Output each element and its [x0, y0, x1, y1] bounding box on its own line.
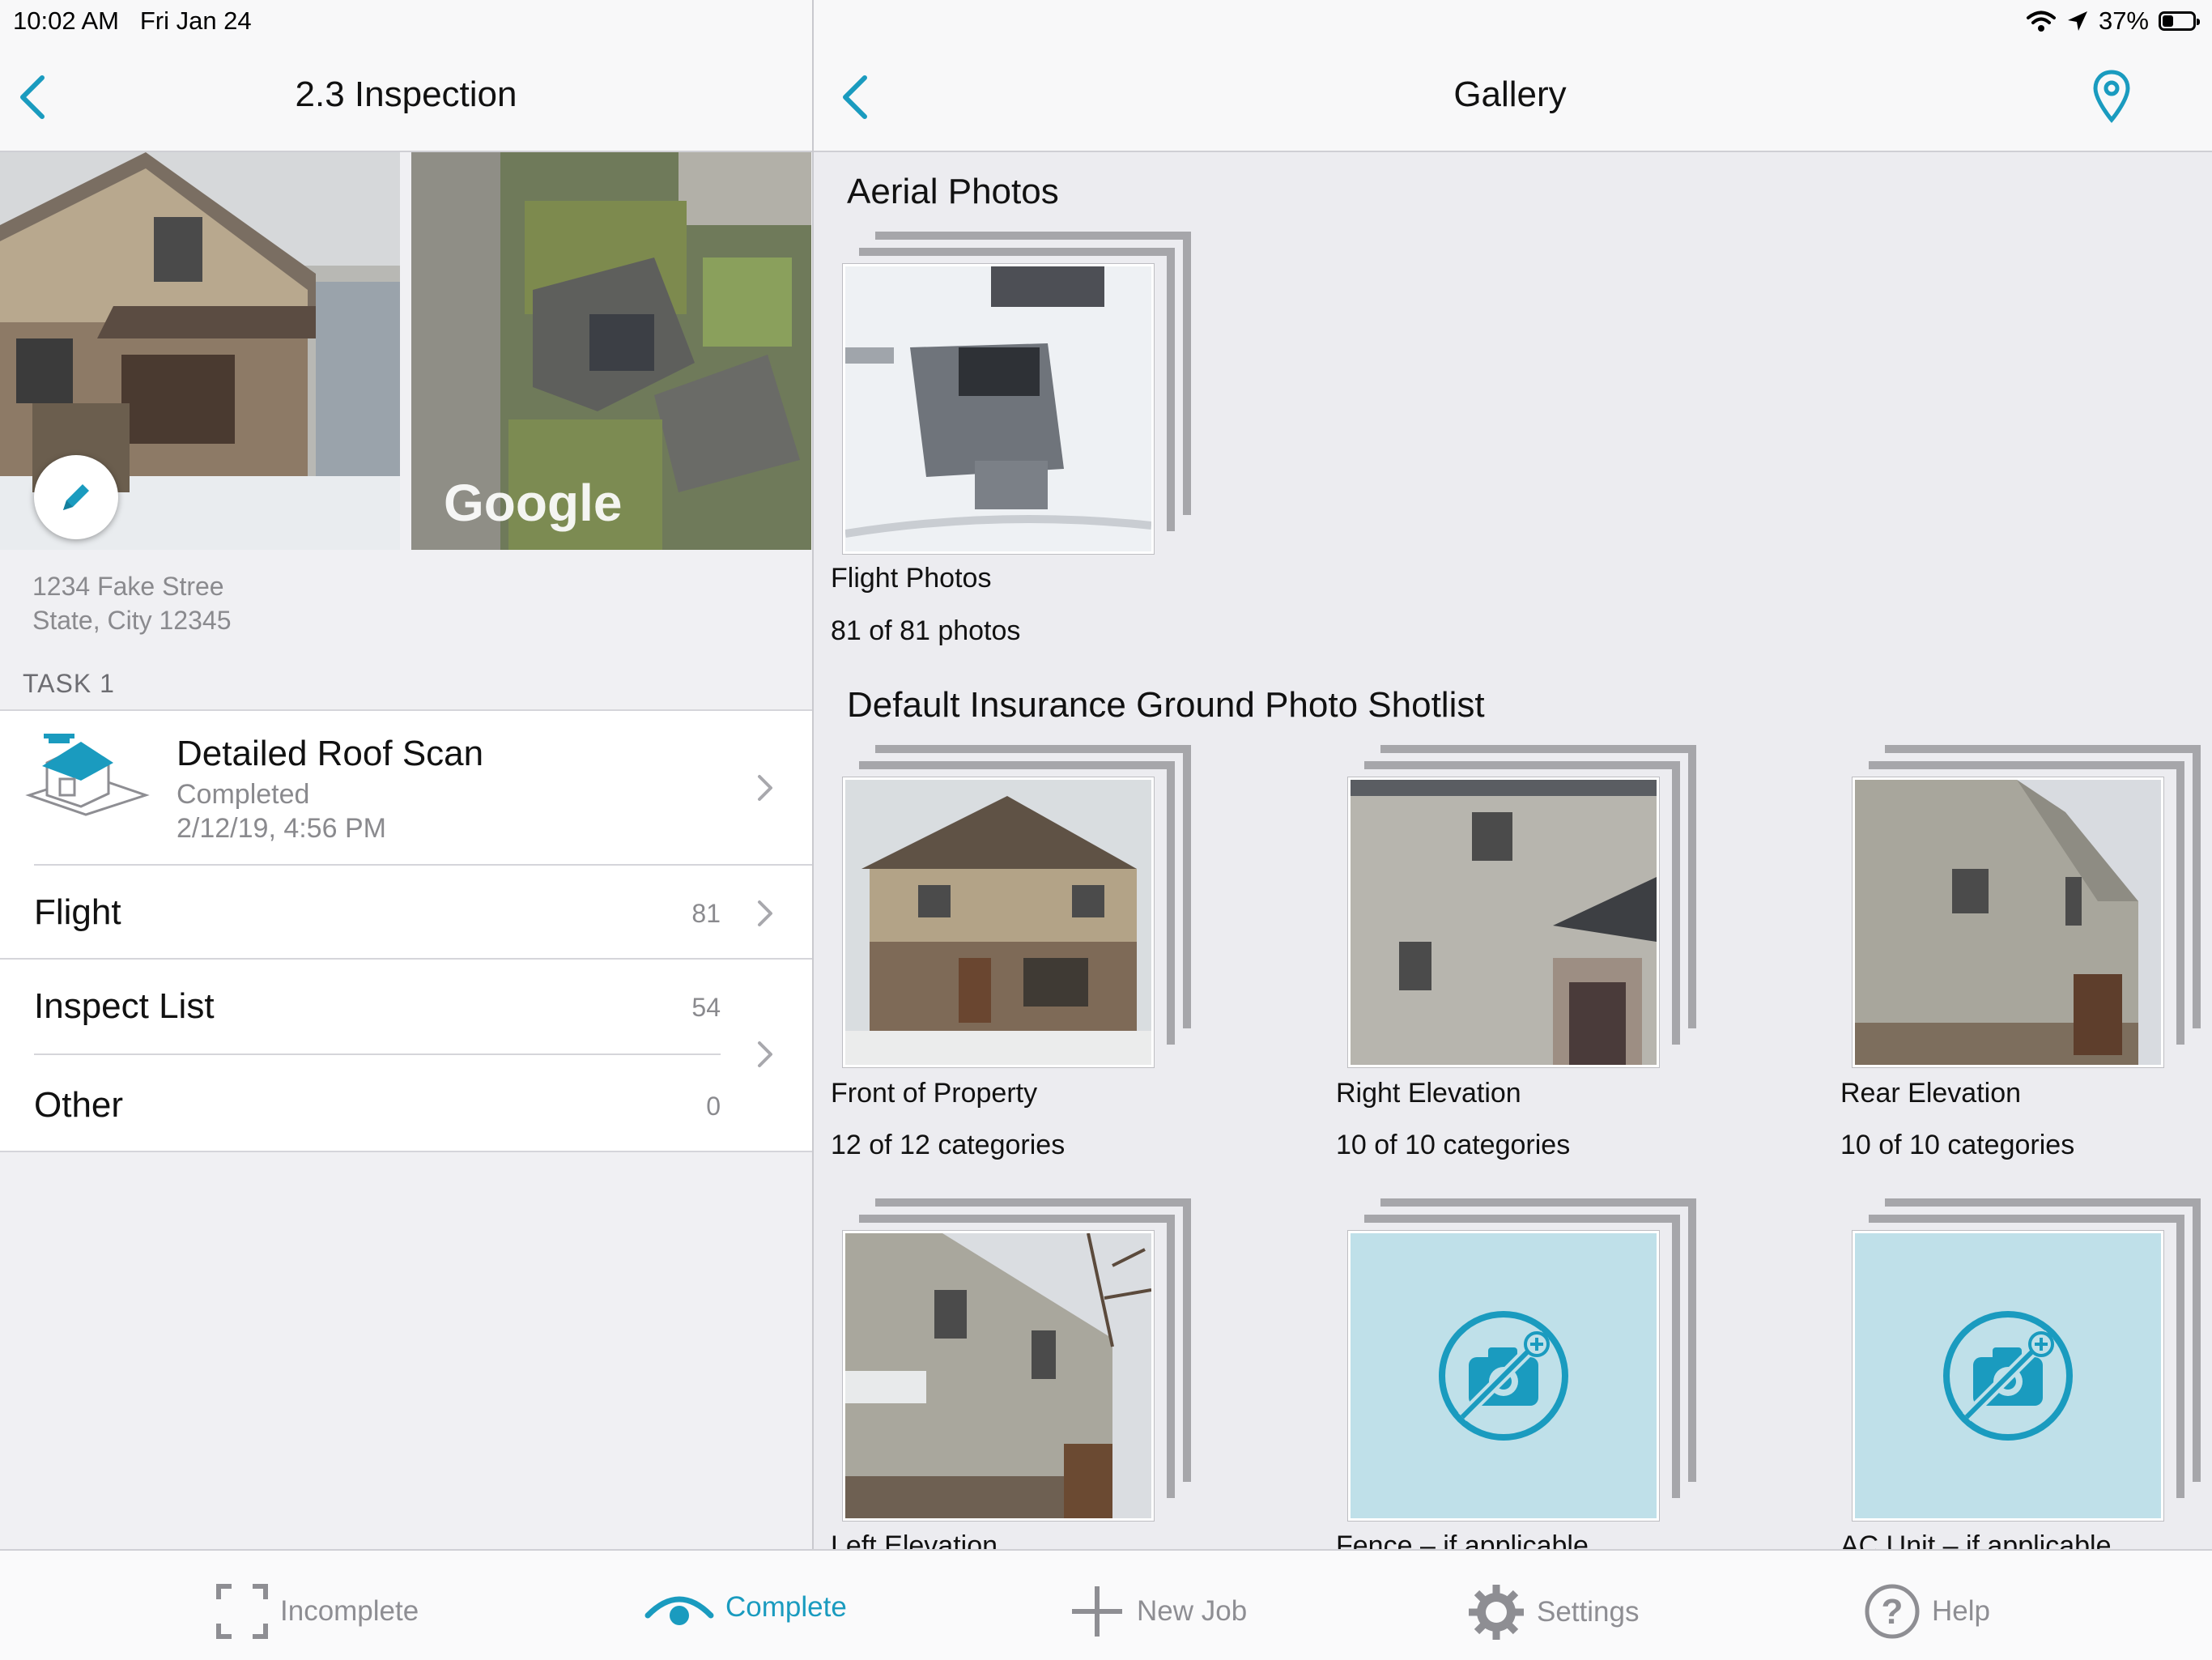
back-chevron-icon[interactable] [15, 73, 50, 121]
inspect-list-count: 54 [691, 993, 721, 1022]
status-indicators: 37% [2026, 6, 2200, 36]
left-elevation-name: Left Elevation [831, 1530, 998, 1549]
back-chevron-icon[interactable] [837, 73, 873, 121]
battery-level [2163, 15, 2173, 27]
ac-unit-placeholder [1853, 1231, 2163, 1521]
left-elevation-tile[interactable] [843, 1198, 1191, 1530]
roof-scan-icon[interactable] [24, 730, 154, 819]
svg-text:?: ? [1882, 1592, 1904, 1632]
flight-count: 81 [691, 899, 721, 928]
row-divider [34, 864, 812, 866]
task-timestamp: 2/12/19, 4:56 PM [177, 813, 386, 844]
gallery-title: Gallery [1453, 74, 1567, 114]
viewfinder-icon [216, 1584, 268, 1639]
ground-section-title: Default Insurance Ground Photo Shotlist [847, 685, 1485, 725]
flight-photos-tile[interactable] [843, 232, 1191, 564]
front-of-property-photo [843, 777, 1154, 1067]
chevron-right-icon[interactable] [756, 1040, 774, 1069]
gear-icon [1469, 1585, 1524, 1640]
plus-icon [1072, 1586, 1122, 1637]
right-elevation-count: 10 of 10 categories [1336, 1130, 1571, 1160]
no-photo-camera-icon [1943, 1311, 2073, 1441]
tab-help[interactable]: ? Help [1864, 1583, 1990, 1640]
other-count: 0 [706, 1092, 721, 1121]
rear-elevation-count: 10 of 10 categories [1840, 1130, 2075, 1160]
front-of-property-count: 12 of 12 categories [831, 1130, 1066, 1160]
other-row-label[interactable]: Other [34, 1085, 123, 1126]
rear-elevation-photo [1853, 777, 2163, 1067]
edit-button[interactable] [34, 455, 118, 539]
map-pin-icon[interactable] [2092, 70, 2131, 123]
task-section-label: TASK 1 [23, 669, 115, 698]
task-title[interactable]: Detailed Roof Scan [177, 734, 483, 774]
left-elevation-photo [843, 1231, 1154, 1521]
fence-placeholder [1348, 1231, 1659, 1521]
right-elevation-photo [1348, 777, 1659, 1067]
ac-unit-tile[interactable] [1853, 1198, 2201, 1530]
task-status: Completed [177, 779, 310, 810]
right-elevation-tile[interactable] [1348, 745, 1696, 1077]
row-divider [34, 1053, 721, 1055]
address-line-1: 1234 Fake Stree [32, 572, 224, 601]
eye-icon [644, 1596, 714, 1625]
front-of-property-tile[interactable] [843, 745, 1191, 1077]
satellite-photo[interactable]: Google [411, 152, 811, 550]
pencil-icon [63, 484, 89, 510]
location-arrow-icon [2067, 11, 2087, 31]
no-photo-camera-icon [1439, 1311, 1568, 1441]
fence-name: Fence – if applicable [1336, 1530, 1589, 1549]
map-watermark: Google [444, 474, 622, 532]
aerial-photo [843, 264, 1154, 554]
chevron-right-icon[interactable] [756, 899, 774, 928]
tab-complete[interactable]: Complete [644, 1583, 847, 1632]
wifi-icon [2026, 11, 2056, 32]
battery-percent: 37% [2098, 6, 2149, 35]
help-icon: ? [1865, 1584, 1920, 1639]
address-line-2: State, City 12345 [32, 606, 232, 635]
ac-unit-name: AC Unit – if applicable [1840, 1530, 2112, 1549]
aerial-section-title: Aerial Photos [847, 172, 1059, 211]
status-time: 10:02 AM Fri Jan 24 [13, 6, 252, 35]
battery-icon [2159, 11, 2200, 31]
flight-row-label[interactable]: Flight [34, 892, 121, 933]
tab-incomplete[interactable]: Incomplete [215, 1583, 419, 1640]
front-of-property-name: Front of Property [831, 1078, 1038, 1109]
right-elevation-name: Right Elevation [1336, 1078, 1521, 1109]
rear-elevation-tile[interactable] [1853, 745, 2201, 1077]
inspect-list-row-label[interactable]: Inspect List [34, 986, 215, 1027]
fence-tile[interactable] [1348, 1198, 1696, 1530]
row-divider [0, 958, 812, 960]
flight-photos-name: Flight Photos [831, 563, 992, 594]
tab-settings[interactable]: Settings [1467, 1583, 1639, 1641]
chevron-right-icon[interactable] [756, 773, 774, 802]
tab-new-job[interactable]: New Job [1069, 1583, 1247, 1640]
rear-elevation-name: Rear Elevation [1840, 1078, 2022, 1109]
inspection-title: 2.3 Inspection [295, 74, 517, 114]
flight-photos-count: 81 of 81 photos [831, 615, 1021, 646]
